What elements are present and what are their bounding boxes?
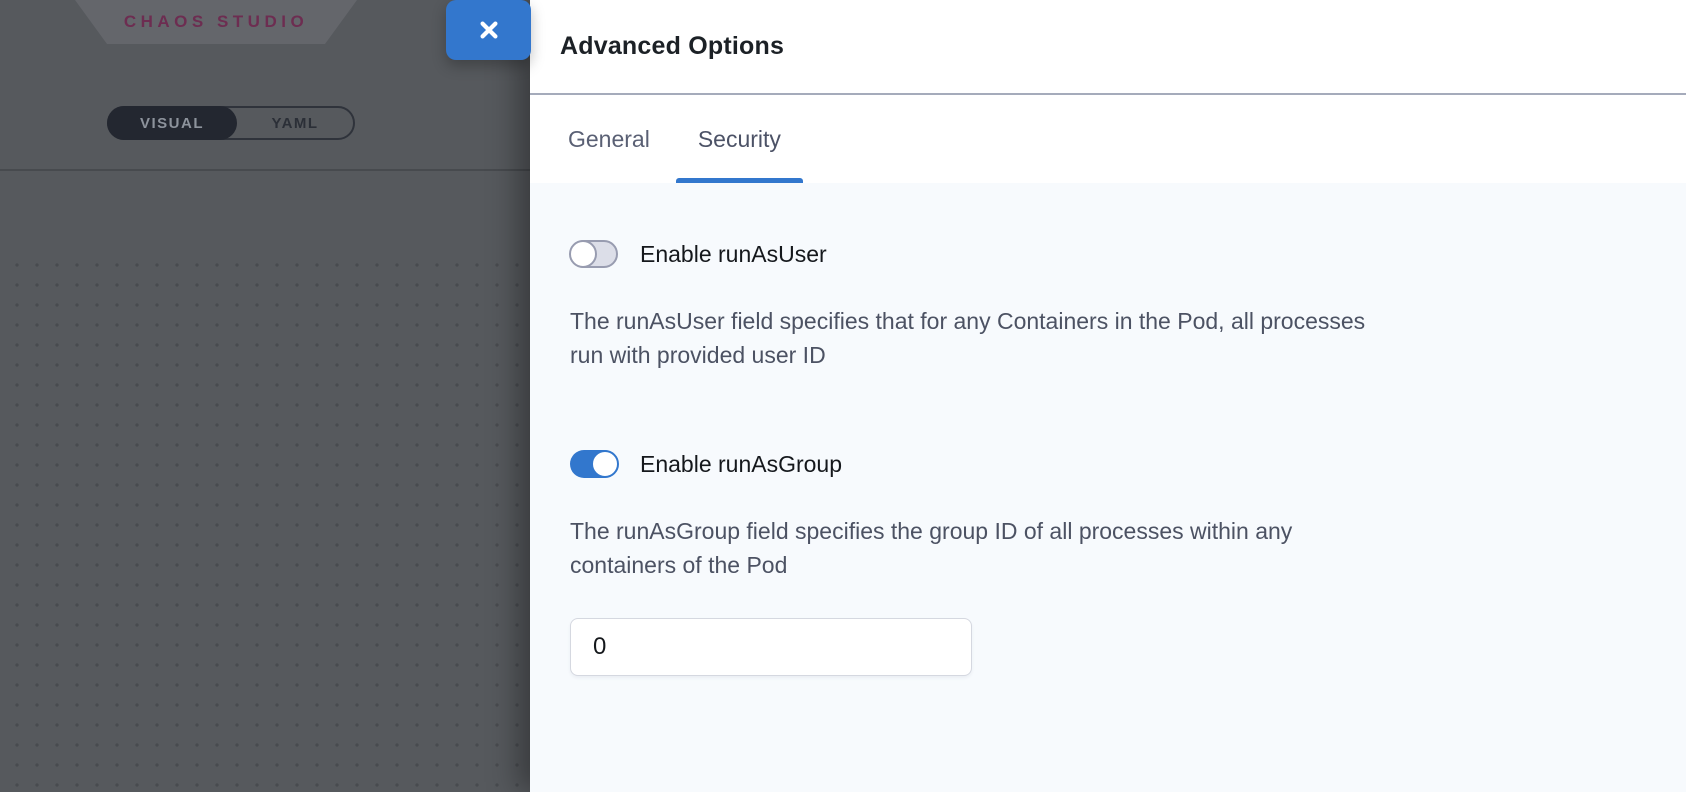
runasuser-toggle[interactable] — [570, 240, 618, 268]
tab-visual[interactable]: VISUAL — [107, 106, 237, 140]
close-drawer-button[interactable] — [446, 0, 531, 60]
runasuser-section: Enable runAsUser The runAsUser field spe… — [570, 240, 1646, 372]
editor-background: CHAOS STUDIO VISUAL YAML — [0, 0, 530, 792]
runasgroup-value-input[interactable] — [570, 618, 972, 676]
drawer-header: Advanced Options — [530, 0, 1686, 95]
drawer-title: Advanced Options — [560, 32, 784, 61]
runasuser-toggle-knob — [569, 240, 597, 268]
dot-grid-canvas — [0, 250, 530, 792]
tab-general[interactable]: General — [546, 95, 672, 183]
chaos-studio-logo-text: CHAOS STUDIO — [124, 12, 308, 32]
tab-yaml[interactable]: YAML — [237, 108, 353, 138]
runasgroup-toggle-label: Enable runAsGroup — [640, 451, 842, 478]
tab-security-label: Security — [698, 126, 781, 153]
toolbar-divider — [0, 169, 530, 171]
runasgroup-toggle[interactable] — [570, 450, 618, 478]
visual-yaml-switcher[interactable]: VISUAL YAML — [107, 106, 355, 140]
advanced-options-drawer: Advanced Options General Security Enable… — [530, 0, 1686, 792]
runasuser-toggle-label: Enable runAsUser — [640, 241, 827, 268]
close-icon — [475, 16, 503, 44]
security-tab-panel: Enable runAsUser The runAsUser field spe… — [530, 183, 1686, 792]
runasgroup-toggle-row: Enable runAsGroup — [570, 450, 1646, 478]
tab-visual-label: VISUAL — [140, 115, 204, 132]
drawer-tabs: General Security — [530, 95, 1686, 183]
tab-yaml-label: YAML — [271, 115, 318, 132]
runasgroup-description: The runAsGroup field specifies the group… — [570, 514, 1646, 582]
runasgroup-section: Enable runAsGroup The runAsGroup field s… — [570, 450, 1646, 676]
runasuser-toggle-row: Enable runAsUser — [570, 240, 1646, 268]
chaos-studio-logo: CHAOS STUDIO — [75, 0, 357, 44]
runasuser-description: The runAsUser field specifies that for a… — [570, 304, 1646, 372]
tab-general-label: General — [568, 126, 650, 153]
runasgroup-toggle-knob — [591, 450, 619, 478]
tab-security[interactable]: Security — [676, 95, 803, 183]
